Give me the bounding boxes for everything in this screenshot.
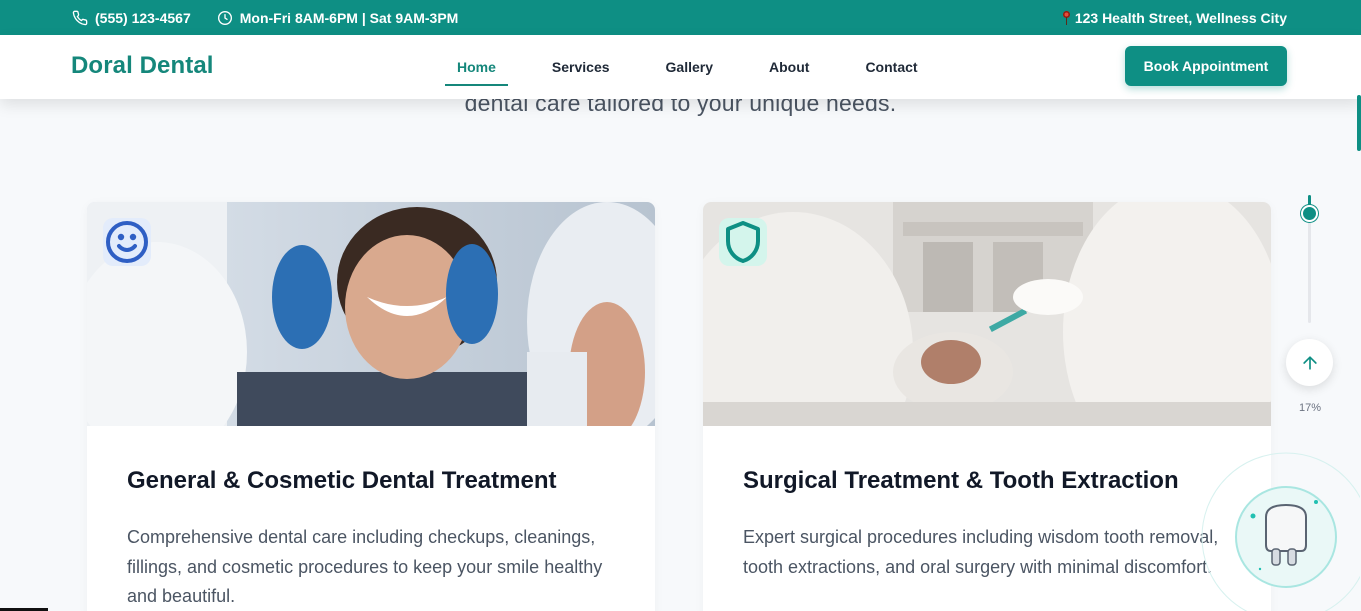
phone-icon: [72, 10, 88, 25]
address-info: 123 Health Street, Wellness City: [1062, 0, 1287, 35]
service-badge-surgical: [719, 218, 767, 266]
phone-number: (555) 123-4567: [95, 9, 191, 26]
tooth-icon: [1201, 452, 1360, 611]
service-description: Comprehensive dental care including chec…: [127, 527, 603, 606]
nav-home[interactable]: Home: [445, 59, 508, 86]
service-title: Surgical Treatment & Tooth Extraction: [743, 467, 1179, 494]
main-nav: Home Services Gallery About Contact: [445, 35, 962, 99]
nav-about[interactable]: About: [757, 59, 821, 75]
book-appointment-button[interactable]: Book Appointment: [1125, 46, 1287, 86]
smile-icon: [106, 221, 148, 263]
opening-hours: Mon-Fri 8AM-6PM | Sat 9AM-3PM: [239, 9, 459, 26]
address-text: 123 Health Street, Wellness City: [1074, 9, 1287, 26]
site-header: Doral Dental Home Services Gallery About…: [0, 35, 1361, 99]
back-to-top-button[interactable]: [1286, 339, 1333, 386]
location-pin-icon: [1062, 10, 1071, 26]
nav-services[interactable]: Services: [540, 59, 622, 75]
nav-contact[interactable]: Contact: [853, 59, 929, 75]
page-scrollbar-thumb[interactable]: [1357, 95, 1361, 151]
site-logo[interactable]: Doral Dental: [71, 52, 214, 80]
nav-gallery[interactable]: Gallery: [654, 59, 725, 75]
scroll-progress-knob[interactable]: [1301, 205, 1318, 222]
tooth-assistant-widget[interactable]: [1200, 451, 1360, 611]
service-badge-general: [103, 218, 151, 266]
service-title: General & Cosmetic Dental Treatment: [127, 467, 557, 494]
service-card-general[interactable]: General & Cosmetic Dental Treatment Comp…: [87, 202, 655, 611]
clock-icon: [217, 10, 232, 25]
phone-info[interactable]: (555) 123-4567: [72, 10, 191, 26]
dental-surgery-photo: [703, 202, 1271, 426]
service-photo-general: [87, 202, 655, 426]
service-card-surgical[interactable]: Surgical Treatment & Tooth Extraction Ex…: [703, 202, 1271, 611]
hours-info: Mon-Fri 8AM-6PM | Sat 9AM-3PM: [217, 9, 459, 26]
scroll-percent: 17%: [1298, 402, 1322, 414]
service-description: Expert surgical procedures including wis…: [743, 527, 1219, 577]
shield-icon: [726, 221, 760, 263]
patient-smiling-photo: [87, 202, 655, 426]
service-photo-surgical: [703, 202, 1271, 426]
top-info-bar: (555) 123-4567 Mon-Fri 8AM-6PM | Sat 9AM…: [0, 0, 1361, 35]
arrow-up-icon: [1302, 355, 1317, 370]
